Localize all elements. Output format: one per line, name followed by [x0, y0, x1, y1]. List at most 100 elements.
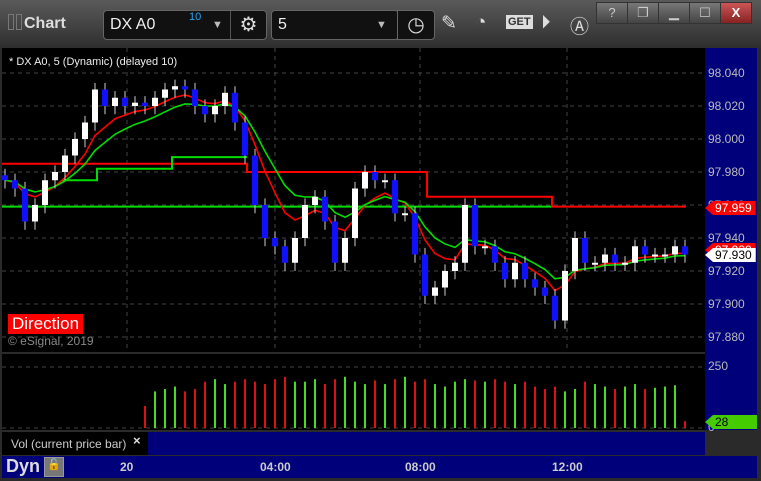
- candle: [12, 180, 18, 189]
- volume-bar: [524, 381, 526, 428]
- chevron-down-icon[interactable]: ▼: [376, 19, 387, 31]
- candle: [42, 180, 48, 205]
- price-chart[interactable]: * DX A0, 5 (Dynamic) (delayed 10) Direct…: [2, 48, 705, 352]
- volume-bar: [344, 376, 346, 428]
- volume-bar: [414, 381, 416, 428]
- restore-menu-button[interactable]: ❐: [627, 2, 659, 24]
- time-label: 20: [120, 460, 134, 474]
- delay-badge: 10: [189, 11, 202, 23]
- help-button[interactable]: ?: [596, 2, 628, 24]
- candle: [282, 246, 288, 263]
- interval-value: 5: [278, 16, 287, 33]
- volume-bar: [674, 385, 676, 428]
- volume-bar: [374, 380, 376, 428]
- candle: [312, 196, 318, 205]
- volume-bar: [364, 384, 366, 428]
- candle: [332, 221, 338, 263]
- price-axis[interactable]: 98.04098.02098.00097.98097.96097.94097.9…: [705, 48, 757, 434]
- symbol-input[interactable]: DX A0 10 ▼ ⚙: [103, 10, 267, 40]
- volume-bar: [314, 379, 316, 428]
- candle: [422, 254, 428, 296]
- candle: [592, 262, 598, 265]
- time-axis[interactable]: Dyn 🔓 20 04:00 08:00 12:00: [2, 456, 757, 478]
- candle: [22, 188, 28, 222]
- candle: [632, 246, 638, 263]
- candle: [582, 238, 588, 263]
- candle: [622, 262, 628, 265]
- price-tick: 97.880: [708, 330, 745, 344]
- volume-bar: [304, 381, 306, 428]
- candle: [82, 122, 88, 139]
- volume-bar: [664, 386, 666, 428]
- volume-bar: [454, 381, 456, 428]
- candle: [132, 102, 138, 106]
- candle: [542, 287, 548, 296]
- candle: [362, 172, 368, 189]
- candle: [512, 262, 518, 280]
- volume-bar: [514, 384, 516, 428]
- gear-icon[interactable]: ⚙: [230, 11, 266, 39]
- volume-bar: [474, 380, 476, 428]
- volume-pane[interactable]: [2, 354, 705, 430]
- close-icon[interactable]: ×: [133, 433, 141, 448]
- volume-bar: [354, 381, 356, 428]
- volume-bar: [254, 381, 256, 428]
- close-button[interactable]: X: [720, 2, 752, 24]
- time-label: 08:00: [405, 460, 436, 474]
- volume-legend: Vol (current price bar): [11, 437, 127, 451]
- price-tick: 98.000: [708, 132, 745, 146]
- volume-bar: [224, 384, 226, 428]
- volume-bar: [144, 406, 146, 428]
- candle: [172, 86, 178, 90]
- volume-bar: [684, 421, 686, 428]
- pencil-icon[interactable]: ✎: [441, 12, 457, 35]
- chevron-down-icon[interactable]: ▼: [212, 19, 223, 31]
- time-label: 12:00: [552, 460, 583, 474]
- last-volume-tag: 28: [705, 415, 757, 429]
- volume-bar: [264, 384, 266, 428]
- study-icon[interactable]: ◔: [475, 12, 486, 34]
- volume-bar: [384, 384, 386, 428]
- volume-bar: [214, 379, 216, 428]
- volume-bar: [444, 386, 446, 428]
- price-plot: [2, 48, 705, 352]
- volume-bar: [484, 381, 486, 428]
- volume-bar: [274, 379, 276, 428]
- clock-icon[interactable]: ◷: [397, 10, 435, 40]
- candle: [102, 89, 108, 106]
- text-icon[interactable]: Ⓐ: [570, 12, 589, 39]
- minimize-button[interactable]: ▁: [658, 2, 690, 24]
- price-tick: 97.920: [708, 264, 745, 278]
- candle: [652, 254, 658, 257]
- get-icon[interactable]: GET: [506, 15, 533, 29]
- volume-bar: [394, 379, 396, 428]
- volume-bar: [434, 384, 436, 428]
- candle: [392, 180, 398, 214]
- maximize-button[interactable]: ☐: [689, 2, 721, 24]
- candle: [352, 188, 358, 238]
- candle: [142, 102, 148, 106]
- candle: [522, 262, 528, 280]
- volume-bar: [494, 379, 496, 428]
- grip-icon[interactable]: [16, 14, 22, 30]
- volume-bar: [204, 381, 206, 428]
- volume-bar: [424, 379, 426, 428]
- grip-icon[interactable]: [8, 14, 14, 30]
- volume-bar: [644, 388, 646, 428]
- copyright: © eSignal, 2019: [8, 334, 94, 348]
- candle: [112, 97, 118, 106]
- interval-input[interactable]: 5 ▼: [271, 10, 399, 40]
- volume-bar: [634, 384, 636, 428]
- candle: [202, 106, 208, 115]
- play-icon[interactable]: ⏵: [541, 12, 551, 34]
- direction-label: Direction: [8, 314, 84, 334]
- volume-bar: [534, 386, 536, 428]
- candle: [682, 246, 688, 255]
- last-price-tag: 97.930: [705, 248, 756, 262]
- volume-bar: [624, 386, 626, 428]
- red-step-line: [2, 162, 686, 208]
- candle: [32, 205, 38, 222]
- volume-bar: [614, 388, 616, 428]
- candle: [532, 279, 538, 288]
- lock-icon[interactable]: 🔓: [44, 457, 64, 477]
